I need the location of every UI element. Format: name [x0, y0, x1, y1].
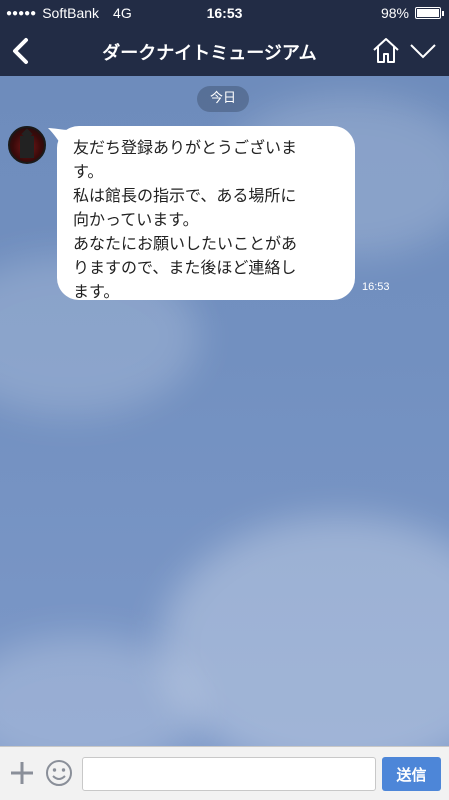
battery-fill	[417, 9, 439, 17]
background-cloud	[160, 516, 449, 746]
chat-area[interactable]: 今日 友だち登録ありがとうございま す。 私は館長の指示で、ある場所に 向かって…	[0, 76, 449, 746]
message-composer: 送信	[0, 746, 449, 800]
status-bar: ●●●●● SoftBank 4G 16:53 98%	[0, 0, 449, 26]
battery-icon	[415, 7, 444, 19]
home-icon[interactable]	[371, 36, 401, 66]
emoji-icon[interactable]	[44, 758, 74, 788]
avatar-tower-icon	[20, 136, 34, 158]
back-chevron-icon[interactable]	[6, 35, 36, 67]
send-button[interactable]: 送信	[382, 757, 441, 791]
status-right: 98%	[380, 5, 444, 21]
plus-icon[interactable]	[8, 759, 36, 787]
chat-title: ダークナイトミュージアム	[102, 43, 317, 64]
message-input[interactable]	[82, 757, 376, 791]
message-bubble[interactable]: 友だち登録ありがとうございま す。 私は館長の指示で、ある場所に 向かっています…	[57, 126, 355, 301]
battery-percent: 98%	[380, 5, 409, 21]
avatar[interactable]	[8, 126, 46, 164]
date-separator: 今日	[197, 86, 249, 112]
chat-header: ダークナイトミュージアム	[0, 26, 449, 76]
chevron-down-icon[interactable]	[409, 40, 437, 62]
message-time: 16:53	[362, 281, 390, 293]
